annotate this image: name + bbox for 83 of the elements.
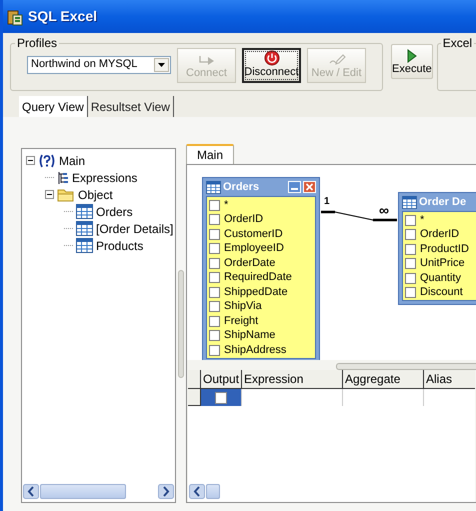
field-name: UnitPrice	[420, 257, 465, 270]
window-title: SQL Excel	[28, 7, 98, 26]
column-header[interactable]: Aggregate	[343, 370, 424, 388]
field-checkbox[interactable]	[209, 200, 220, 211]
field-checkbox[interactable]	[209, 344, 220, 356]
scroll-thumb[interactable]	[206, 484, 220, 499]
splitter-handle[interactable]	[178, 270, 184, 378]
collapse-icon[interactable]	[26, 156, 35, 165]
field-name: ProductID	[420, 242, 469, 256]
field-name: OrderID	[420, 228, 460, 242]
field-checkbox[interactable]	[405, 272, 416, 284]
field-checkbox[interactable]	[209, 272, 220, 284]
field-checkbox[interactable]	[209, 243, 220, 254]
field-checkbox[interactable]	[209, 330, 220, 342]
table-icon	[76, 221, 93, 236]
output-checkbox[interactable]	[215, 392, 227, 404]
scroll-thumb[interactable]	[336, 363, 476, 370]
field-checkbox[interactable]	[209, 316, 220, 327]
collapse-icon[interactable]	[45, 190, 54, 199]
table-title: Order De	[419, 194, 468, 210]
group-label: Excel	[442, 35, 474, 52]
execute-button[interactable]: Execute	[391, 44, 433, 79]
column-header[interactable]: Alias	[424, 370, 476, 388]
app-icon	[7, 8, 23, 26]
field-name: ShipVia	[224, 300, 262, 314]
field-checkbox[interactable]	[405, 244, 416, 255]
group-label: Profiles	[16, 35, 58, 52]
field-checkbox[interactable]	[209, 214, 220, 226]
folder-icon	[57, 188, 75, 202]
field-name: RequiredDate	[224, 271, 292, 284]
field-name: ShippedDate	[224, 286, 288, 299]
column-header[interactable]: Output	[201, 370, 242, 388]
table-icon	[206, 180, 221, 194]
scroll-right-icon	[158, 484, 174, 499]
field-checkbox[interactable]	[209, 301, 220, 312]
tree-item[interactable]: Main	[59, 152, 86, 170]
minimize-icon[interactable]	[288, 181, 301, 193]
field-checkbox[interactable]	[405, 214, 416, 226]
tree-item[interactable]: [Order Details]	[96, 220, 174, 238]
column-header[interactable]: Expression	[242, 370, 343, 388]
table-icon	[402, 196, 417, 208]
field-name: *	[224, 198, 228, 212]
toolbar-button[interactable]: Disconnect	[242, 48, 301, 82]
profile-dropdown[interactable]: Northwind on MYSQL	[27, 56, 171, 74]
tree-item[interactable]: Expressions	[72, 168, 138, 186]
field-checkbox[interactable]	[209, 286, 220, 298]
field-name: Quantity	[420, 272, 461, 285]
output-cell[interactable]	[201, 389, 242, 406]
horizontal-scrollbar[interactable]	[22, 483, 175, 500]
field-name: CustomerID	[224, 228, 283, 241]
scroll-left-icon	[189, 484, 205, 499]
close-icon[interactable]	[303, 181, 316, 193]
field-name: ShipAddress	[224, 344, 286, 357]
table-title: Orders	[223, 180, 260, 195]
field-checkbox[interactable]	[209, 228, 220, 240]
field-name: *	[420, 214, 424, 227]
table-icon	[76, 238, 93, 253]
scroll-thumb[interactable]	[40, 484, 126, 499]
field-name: Discount	[420, 286, 463, 300]
pencil-icon	[328, 52, 346, 66]
field-name: OrderDate	[224, 256, 276, 270]
field-name: EmployeeID	[224, 242, 284, 256]
tree-item[interactable]: Orders	[96, 202, 133, 220]
field-checkbox[interactable]	[405, 287, 416, 298]
table-icon	[76, 204, 93, 219]
play-icon	[406, 49, 417, 63]
tree-icon	[57, 170, 69, 184]
query-icon	[38, 154, 56, 168]
tree-item[interactable]: Object	[78, 186, 113, 204]
field-checkbox[interactable]	[405, 258, 416, 270]
field-name: ShipName	[224, 329, 276, 342]
diagram-tab[interactable]: Main	[186, 144, 234, 164]
row-header[interactable]	[188, 389, 201, 406]
power-icon	[264, 50, 280, 66]
field-checkbox[interactable]	[209, 258, 220, 269]
scroll-left-icon	[23, 484, 39, 499]
field-name: Freight	[224, 314, 258, 328]
view-tab[interactable]: Query View	[19, 96, 88, 117]
field-name: OrderID	[224, 213, 264, 226]
tree-item[interactable]: Products	[96, 236, 144, 254]
cardinality-label: ∞	[379, 204, 389, 216]
field-checkbox[interactable]	[405, 229, 416, 240]
cardinality-label: 1	[324, 197, 330, 207]
